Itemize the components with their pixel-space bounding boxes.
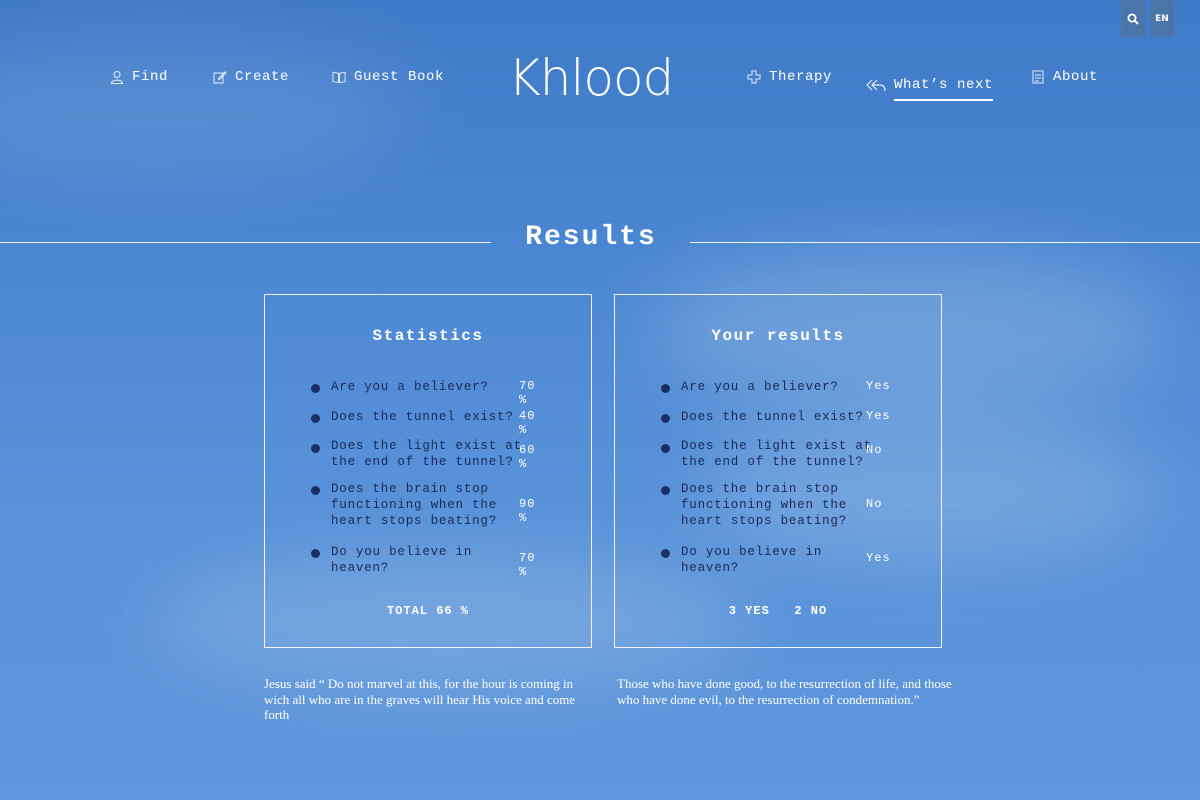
nav-whats-next-label: What’s next bbox=[894, 77, 994, 101]
plus-icon bbox=[747, 70, 761, 84]
search-icon bbox=[1127, 13, 1139, 25]
nav-create-label: Create bbox=[235, 69, 290, 85]
nav-therapy[interactable]: Therapy bbox=[747, 69, 832, 85]
nav-about-label: About bbox=[1053, 69, 1099, 85]
stat-value: 90 % bbox=[519, 497, 536, 525]
your-results-title: Your results bbox=[711, 327, 845, 345]
results-divider-right bbox=[690, 242, 1200, 243]
answer-value: No bbox=[866, 443, 883, 457]
language-selector[interactable]: EN bbox=[1150, 0, 1174, 37]
quote-right: Those who have done good, to the resurre… bbox=[617, 676, 952, 707]
edit-icon bbox=[213, 70, 227, 84]
bullet bbox=[661, 486, 670, 495]
statistics-title: Statistics bbox=[372, 327, 484, 345]
nav-find-label: Find bbox=[132, 69, 169, 85]
nav-guest-book-label: Guest Book bbox=[354, 69, 445, 85]
logo-text: Khlood bbox=[508, 48, 674, 107]
question-text: Do you believe in heaven? bbox=[331, 545, 473, 575]
question-text: Are you a believer? bbox=[681, 380, 839, 394]
reply-all-icon bbox=[866, 78, 886, 92]
question-text: Does the brain stop functioning when the… bbox=[331, 482, 498, 528]
question-text: Does the light exist at the end of the t… bbox=[331, 439, 522, 469]
stat-value: 60 % bbox=[519, 443, 536, 471]
stat-value: 40 % bbox=[519, 409, 536, 437]
quote-left: Jesus said “ Do not marvel at this, for … bbox=[264, 676, 576, 722]
nav-therapy-label: Therapy bbox=[769, 69, 833, 85]
question-text: Are you a believer? bbox=[331, 380, 489, 394]
bullet bbox=[311, 549, 320, 558]
bullet bbox=[311, 444, 320, 453]
results-title: Results bbox=[525, 222, 657, 253]
bullet bbox=[311, 486, 320, 495]
question-text: Does the tunnel exist? bbox=[331, 410, 514, 424]
bullet bbox=[311, 414, 320, 423]
bullet bbox=[661, 414, 670, 423]
bullet bbox=[661, 444, 670, 453]
site-logo[interactable]: Khlood bbox=[508, 50, 683, 105]
book-icon bbox=[332, 70, 346, 84]
statistics-total: TOTAL 66 % bbox=[386, 604, 469, 618]
your-results-total: 3 YES 2 NO bbox=[728, 604, 828, 618]
question-text: Do you believe in heaven? bbox=[681, 545, 823, 575]
bullet bbox=[311, 384, 320, 393]
results-divider-left bbox=[0, 242, 491, 243]
nav-guest-book[interactable]: Guest Book bbox=[332, 69, 444, 85]
nav-whats-next[interactable]: What’s next bbox=[866, 69, 994, 101]
statistics-panel: Statistics Are you a believer? 70 % Does… bbox=[264, 294, 592, 648]
answer-value: Yes bbox=[866, 409, 891, 423]
answer-value: Yes bbox=[866, 379, 891, 393]
answer-value: No bbox=[866, 497, 883, 511]
document-icon bbox=[1031, 70, 1045, 84]
sky-background bbox=[0, 0, 1200, 800]
stat-value: 70 % bbox=[519, 551, 536, 579]
question-text: Does the brain stop functioning when the… bbox=[681, 482, 848, 528]
stat-value: 70 % bbox=[519, 379, 536, 407]
nav-about[interactable]: About bbox=[1031, 69, 1098, 85]
search-button[interactable] bbox=[1121, 0, 1145, 37]
user-icon bbox=[110, 70, 124, 84]
question-text: Does the tunnel exist? bbox=[681, 410, 864, 424]
nav-create[interactable]: Create bbox=[213, 69, 289, 85]
your-results-panel: Your results Are you a believer? Yes Doe… bbox=[614, 294, 942, 648]
question-text: Does the light exist at the end of the t… bbox=[681, 439, 872, 469]
answer-value: Yes bbox=[866, 551, 891, 565]
bullet bbox=[661, 549, 670, 558]
nav-find[interactable]: Find bbox=[110, 69, 168, 85]
bullet bbox=[661, 384, 670, 393]
